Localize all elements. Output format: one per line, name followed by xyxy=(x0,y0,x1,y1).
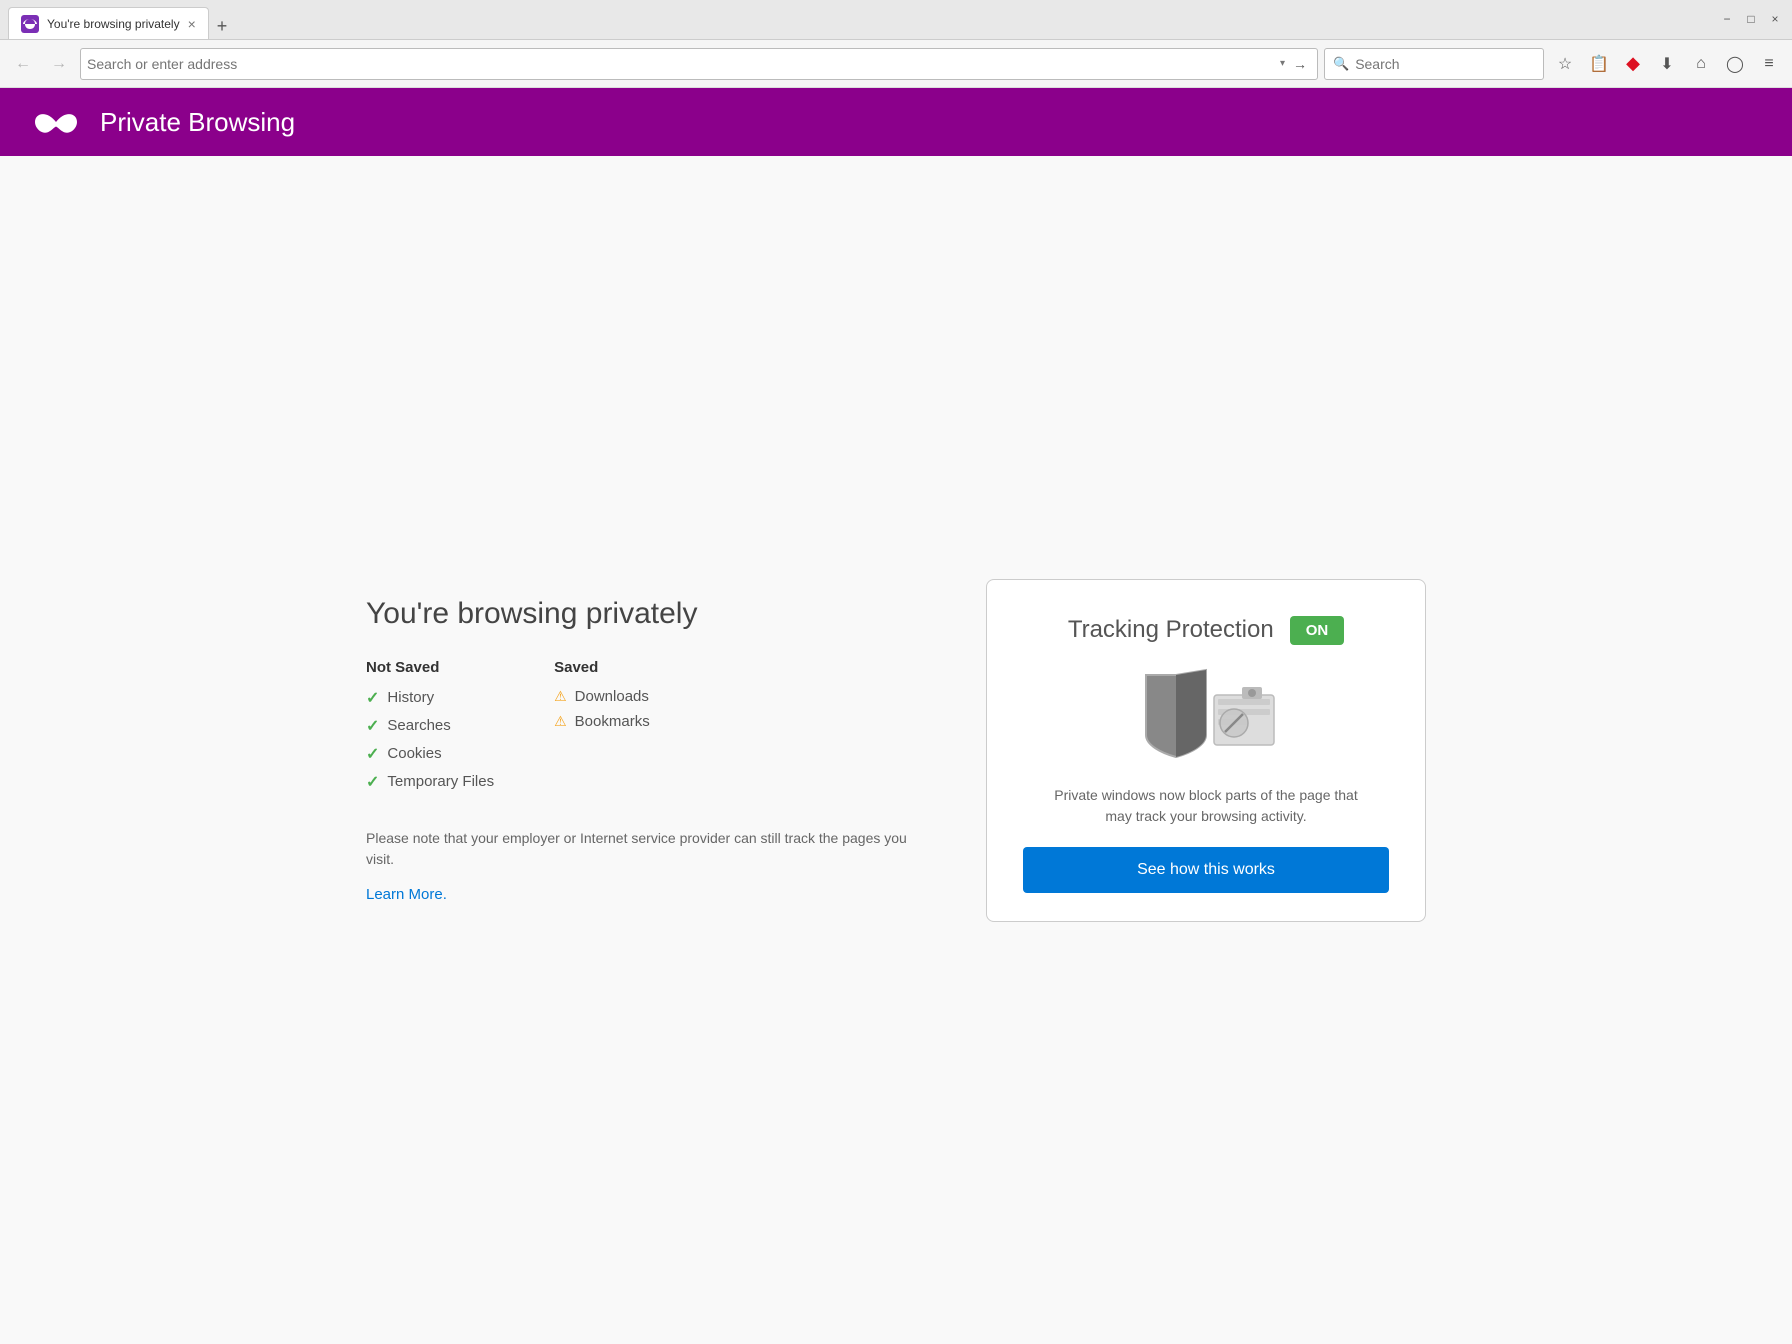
toolbar-right-buttons: ☆ 📋 ◆ ⬇ ⌂ ◯ ≡ xyxy=(1550,49,1784,79)
not-saved-column: Not Saved ✓ History ✓ Searches ✓ Cookies xyxy=(366,659,494,800)
check-icon: ✓ xyxy=(366,716,379,736)
saved-label: Saved xyxy=(554,659,650,676)
item-cookies: Cookies xyxy=(387,745,441,762)
search-bar[interactable]: 🔍 xyxy=(1324,48,1544,80)
saved-column: Saved ⚠ Downloads ⚠ Bookmarks xyxy=(554,659,650,800)
see-how-button[interactable]: See how this works xyxy=(1023,847,1389,893)
list-item: ⚠ Bookmarks xyxy=(554,713,650,730)
warning-icon: ⚠ xyxy=(554,713,567,730)
download-button[interactable]: ⬇ xyxy=(1652,49,1682,79)
address-bar[interactable]: ▾ → xyxy=(80,48,1318,80)
pocket-button[interactable]: ◆ xyxy=(1618,49,1648,79)
address-input[interactable] xyxy=(87,56,1276,72)
warning-icon: ⚠ xyxy=(554,688,567,705)
toolbar: ← → ▾ → 🔍 ☆ 📋 ◆ ⬇ ⌂ ◯ ≡ xyxy=(0,40,1792,88)
address-dropdown-icon[interactable]: ▾ xyxy=(1280,58,1285,69)
item-bookmarks: Bookmarks xyxy=(575,713,650,730)
not-saved-label: Not Saved xyxy=(366,659,494,676)
window-controls: − □ × xyxy=(1718,10,1784,28)
title-bar: You're browsing privately × + − □ × xyxy=(0,0,1792,40)
list-item: ⚠ Downloads xyxy=(554,688,650,705)
check-icon: ✓ xyxy=(366,772,379,792)
item-searches: Searches xyxy=(387,717,450,734)
list-item: ✓ History xyxy=(366,688,494,708)
saved-list: ⚠ Downloads ⚠ Bookmarks xyxy=(554,688,650,730)
favorite-button[interactable]: ☆ xyxy=(1550,49,1580,79)
address-go-button[interactable]: → xyxy=(1289,54,1311,74)
item-history: History xyxy=(387,689,434,706)
forward-button[interactable]: → xyxy=(44,49,74,79)
search-input[interactable] xyxy=(1355,56,1495,72)
back-button[interactable]: ← xyxy=(8,49,38,79)
list-item: ✓ Cookies xyxy=(366,744,494,764)
tab-bar: You're browsing privately × + xyxy=(8,7,235,39)
info-columns: Not Saved ✓ History ✓ Searches ✓ Cookies xyxy=(366,659,926,800)
private-browsing-header: Private Browsing xyxy=(0,88,1792,156)
tab-close-button[interactable]: × xyxy=(188,17,196,31)
feedback-button[interactable]: ◯ xyxy=(1720,49,1750,79)
list-item: ✓ Temporary Files xyxy=(366,772,494,792)
minimize-button[interactable]: − xyxy=(1718,10,1736,28)
mask-logo xyxy=(32,106,80,138)
banner-title: Private Browsing xyxy=(100,107,295,138)
menu-button[interactable]: ≡ xyxy=(1754,49,1784,79)
add-tab-button[interactable]: + xyxy=(209,13,236,39)
search-icon: 🔍 xyxy=(1333,56,1349,72)
tab-title: You're browsing privately xyxy=(47,17,180,31)
check-icon: ✓ xyxy=(366,744,379,764)
shield-svg xyxy=(1126,665,1286,765)
item-downloads: Downloads xyxy=(575,688,649,705)
home-button[interactable]: ⌂ xyxy=(1686,49,1716,79)
close-window-button[interactable]: × xyxy=(1766,10,1784,28)
left-section: You're browsing privately Not Saved ✓ Hi… xyxy=(366,597,926,904)
reading-list-button[interactable]: 📋 xyxy=(1584,49,1614,79)
tab-favicon xyxy=(21,15,39,33)
check-icon: ✓ xyxy=(366,688,379,708)
tracking-protection-card: Tracking Protection ON xyxy=(986,579,1426,922)
list-item: ✓ Searches xyxy=(366,716,494,736)
card-header: Tracking Protection ON xyxy=(1068,616,1344,645)
main-heading: You're browsing privately xyxy=(366,597,926,631)
item-temp-files: Temporary Files xyxy=(387,773,494,790)
tracking-protection-title: Tracking Protection xyxy=(1068,616,1274,644)
active-tab[interactable]: You're browsing privately × xyxy=(8,7,209,39)
main-content: You're browsing privately Not Saved ✓ Hi… xyxy=(0,156,1792,1344)
maximize-button[interactable]: □ xyxy=(1742,10,1760,28)
not-saved-list: ✓ History ✓ Searches ✓ Cookies ✓ Tempora… xyxy=(366,688,494,792)
on-badge: ON xyxy=(1290,616,1345,645)
card-description: Private windows now block parts of the p… xyxy=(1046,785,1366,827)
shield-illustration xyxy=(1126,665,1286,765)
learn-more-link[interactable]: Learn More. xyxy=(366,886,447,903)
note-text: Please note that your employer or Intern… xyxy=(366,828,926,870)
